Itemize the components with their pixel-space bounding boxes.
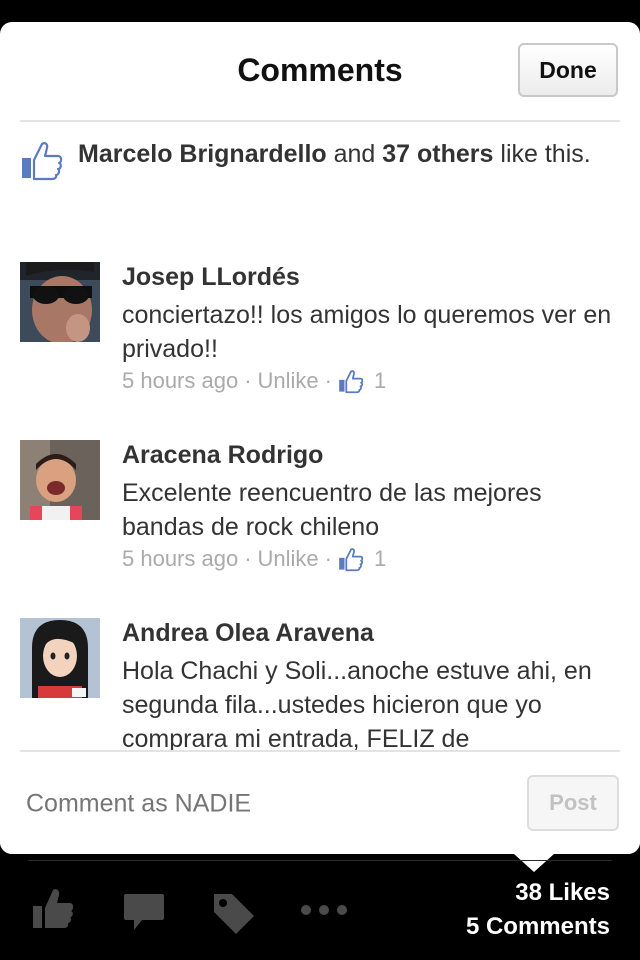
comment-composer: Post <box>0 752 640 854</box>
like-icon[interactable] <box>30 886 76 930</box>
comments-sheet: Comments Done Marcelo Brignardello and 3… <box>0 22 640 854</box>
likes-summary-text: Marcelo Brignardello and 37 others like … <box>78 138 618 171</box>
meta-separator: · <box>244 368 252 393</box>
avatar[interactable] <box>20 440 100 520</box>
thumbs-up-icon <box>339 548 364 572</box>
comment-text: Hola Chachi y Soli...anoche estuve ahi, … <box>122 657 592 753</box>
comment-icon[interactable] <box>122 892 166 932</box>
avatar[interactable] <box>20 262 100 342</box>
tag-icon[interactable] <box>210 890 256 936</box>
comments-count[interactable]: 5 Comments <box>466 910 610 944</box>
comment-text: Excelente reencuentro de las mejores ban… <box>122 479 542 541</box>
engagement-counts[interactable]: 38 Likes 5 Comments <box>466 876 610 944</box>
popover-pointer <box>514 854 554 872</box>
comment-author[interactable]: Aracena Rodrigo <box>122 440 617 474</box>
thumbs-up-icon <box>339 370 364 394</box>
thumbs-up-icon <box>22 142 63 181</box>
comment-author[interactable]: Josep LLordés <box>122 262 617 296</box>
liker-name[interactable]: Marcelo Brignardello <box>78 140 327 168</box>
comment-like-count: 1 <box>374 368 387 393</box>
post-button[interactable]: Post <box>527 775 619 831</box>
likes-count[interactable]: 38 Likes <box>466 876 610 910</box>
divider <box>20 120 620 122</box>
avatar[interactable] <box>20 618 100 698</box>
comment-author[interactable]: Andrea Olea Aravena <box>122 618 617 652</box>
comment-text: conciertazo!! los amigos lo queremos ver… <box>122 301 612 363</box>
divider <box>28 860 612 861</box>
meta-separator: · <box>244 546 252 571</box>
comment-meta: 5 hours ago · Unlike · 1 <box>122 544 617 574</box>
others-link[interactable]: 37 others <box>382 140 493 168</box>
comment-timestamp: 5 hours ago <box>122 546 239 571</box>
unlike-link[interactable]: Unlike <box>258 544 319 574</box>
comment-like-count: 1 <box>374 546 387 571</box>
header: Comments Done <box>0 22 640 120</box>
comment-timestamp: 5 hours ago <box>122 368 239 393</box>
comment-input[interactable] <box>24 788 508 820</box>
comment-meta: 5 hours ago · Unlike · 1 <box>122 366 617 396</box>
meta-separator: · <box>324 546 332 571</box>
meta-separator: · <box>324 368 332 393</box>
more-icon[interactable] <box>300 904 348 916</box>
unlike-link[interactable]: Unlike <box>258 366 319 396</box>
likes-connector: and <box>326 140 383 168</box>
likes-suffix: like this. <box>493 140 591 168</box>
done-button[interactable]: Done <box>518 43 618 97</box>
